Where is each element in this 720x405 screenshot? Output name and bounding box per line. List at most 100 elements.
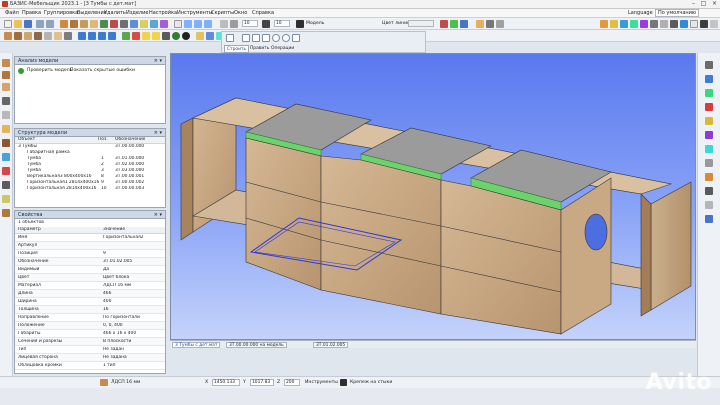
hole-icon[interactable] (196, 32, 204, 40)
snap-edge-icon[interactable] (705, 89, 713, 97)
property-row[interactable]: Обозначение 3Т.01.02.005 (15, 258, 165, 266)
hardware-icon[interactable] (120, 20, 128, 28)
chip-icon[interactable] (476, 20, 484, 28)
drawer-tool-icon[interactable] (2, 139, 10, 147)
frontal-panel-icon[interactable] (2, 83, 10, 91)
menu-settings[interactable]: Настройка (149, 10, 177, 16)
shelf-icon[interactable] (90, 20, 98, 28)
menu-file[interactable]: Файл (5, 10, 19, 16)
menu-window[interactable]: Окно (234, 10, 247, 16)
property-row[interactable]: Позиция 9 (15, 250, 165, 258)
property-row[interactable]: Видимый Да (15, 266, 165, 274)
property-value[interactable]: 466 (103, 291, 163, 297)
rect-tool-icon[interactable] (262, 34, 270, 42)
tree-row[interactable]: Горизонтальная 2814х400х16 10 3Т.00.00.003 (15, 186, 165, 192)
property-value[interactable]: 16 (103, 307, 163, 313)
color-swatch-icon[interactable] (296, 20, 304, 28)
fastener-on-joints[interactable]: Крепеж на стыки (350, 380, 392, 385)
property-value[interactable]: 466 х 16 х 400 (103, 331, 163, 337)
property-value[interactable]: 3Т.01.02.005 (103, 259, 163, 265)
tab-edit[interactable]: Править (248, 45, 271, 53)
thickness-input[interactable]: 10 (242, 20, 258, 27)
snap-tangent-icon[interactable] (705, 145, 713, 153)
property-row[interactable]: Артикул (15, 242, 165, 250)
blue-icon[interactable] (460, 20, 468, 28)
property-row[interactable]: Имя Горизонтальная2 (15, 234, 165, 242)
profile-icon[interactable] (110, 20, 118, 28)
line-color-select[interactable] (408, 20, 434, 27)
cursor-icon[interactable] (174, 20, 182, 28)
menu-grouping[interactable]: Группировка (44, 10, 78, 16)
undo-icon[interactable] (36, 20, 44, 28)
align-top-icon[interactable] (98, 32, 106, 40)
spline-tool-icon[interactable] (292, 34, 300, 42)
view-options-icon[interactable] (710, 20, 718, 28)
material-icon[interactable] (705, 173, 713, 181)
new-file-icon[interactable] (4, 20, 12, 28)
line-style-icon[interactable] (262, 20, 270, 28)
view-perspective-icon[interactable] (680, 20, 688, 28)
properties-panel-close-icon[interactable]: × ▾ (154, 212, 162, 218)
property-value[interactable]: 400 (103, 299, 163, 305)
shaded-icon[interactable] (230, 20, 238, 28)
property-row[interactable]: Материал ЛДСП 16 мм (15, 282, 165, 290)
snap-grid-icon[interactable] (705, 61, 713, 69)
cabinet-icon[interactable] (4, 32, 12, 40)
save-icon[interactable] (24, 20, 32, 28)
tool-icon[interactable] (486, 20, 494, 28)
snap-mid-icon[interactable] (705, 117, 713, 125)
check-model-link[interactable]: Проверить модель (27, 68, 72, 73)
horizontal-panel-icon[interactable] (2, 71, 10, 79)
fastener-toggle-icon[interactable] (340, 379, 347, 386)
dimension-icon[interactable] (152, 32, 160, 40)
snap-perp-icon[interactable] (705, 131, 713, 139)
settings-icon[interactable] (496, 20, 504, 28)
property-row[interactable]: Положение 0, 0, 400 (15, 322, 165, 330)
redo-icon[interactable] (46, 20, 54, 28)
view-fit-icon[interactable] (670, 20, 678, 28)
property-row[interactable]: Облицовка кромки 1 тип (15, 362, 165, 370)
z-coordinate-field[interactable]: 200 (284, 379, 300, 386)
structure-panel-close-icon[interactable]: × ▾ (154, 130, 162, 136)
property-row[interactable]: Толщина 16 (15, 306, 165, 314)
property-row[interactable]: Тип Не задан (15, 346, 165, 354)
arc-tool-icon[interactable] (252, 34, 260, 42)
glass-icon[interactable] (130, 20, 138, 28)
measure-icon[interactable] (142, 32, 150, 40)
edge-tool-icon[interactable] (2, 181, 10, 189)
texture-icon[interactable] (160, 20, 168, 28)
thickness2-input[interactable]: 10 (274, 20, 290, 27)
groove-icon[interactable] (206, 32, 214, 40)
current-material[interactable]: ЛДСП 16 мм (111, 380, 140, 385)
plinth-icon[interactable] (54, 32, 62, 40)
facing-tool-icon[interactable] (2, 195, 10, 203)
light-icon[interactable] (140, 20, 148, 28)
menu-selection[interactable]: Выделение (77, 10, 107, 16)
property-value[interactable] (103, 243, 163, 249)
wireframe-icon[interactable] (220, 20, 228, 28)
rotate-icon[interactable] (184, 20, 192, 28)
doc-tab-model[interactable]: 3Т.00.00.000 на модель (226, 342, 287, 348)
tab-build[interactable]: Строить (224, 45, 250, 53)
green-icon[interactable] (450, 20, 458, 28)
menu-help[interactable]: Справка (252, 10, 274, 16)
view-iso-icon[interactable] (640, 20, 648, 28)
view-left-icon[interactable] (620, 20, 628, 28)
align-bottom-icon[interactable] (108, 32, 116, 40)
circle-tool-icon[interactable] (272, 34, 280, 42)
pan-icon[interactable] (204, 20, 212, 28)
section-icon[interactable] (162, 32, 170, 40)
tab-operations[interactable]: Операции (269, 45, 296, 53)
property-value[interactable]: 0, 0, 400 (103, 323, 163, 329)
vertical-panel-icon[interactable] (2, 59, 10, 67)
tools-dropdown[interactable]: Инструменты (305, 380, 338, 385)
doc-tab-part[interactable]: 3Т.01.02.005 (313, 342, 349, 348)
view-bottom-icon[interactable] (660, 20, 668, 28)
report-icon[interactable] (705, 215, 713, 223)
show-hidden-errors-link[interactable]: Показать скрытые ошибки (70, 68, 135, 73)
menu-scripts[interactable]: Скрипты (211, 10, 234, 16)
property-value[interactable]: В плоскости (103, 339, 163, 345)
handle-icon[interactable] (44, 32, 52, 40)
3d-viewport[interactable] (170, 53, 696, 340)
property-row[interactable]: Габариты 466 х 16 х 400 (15, 330, 165, 338)
